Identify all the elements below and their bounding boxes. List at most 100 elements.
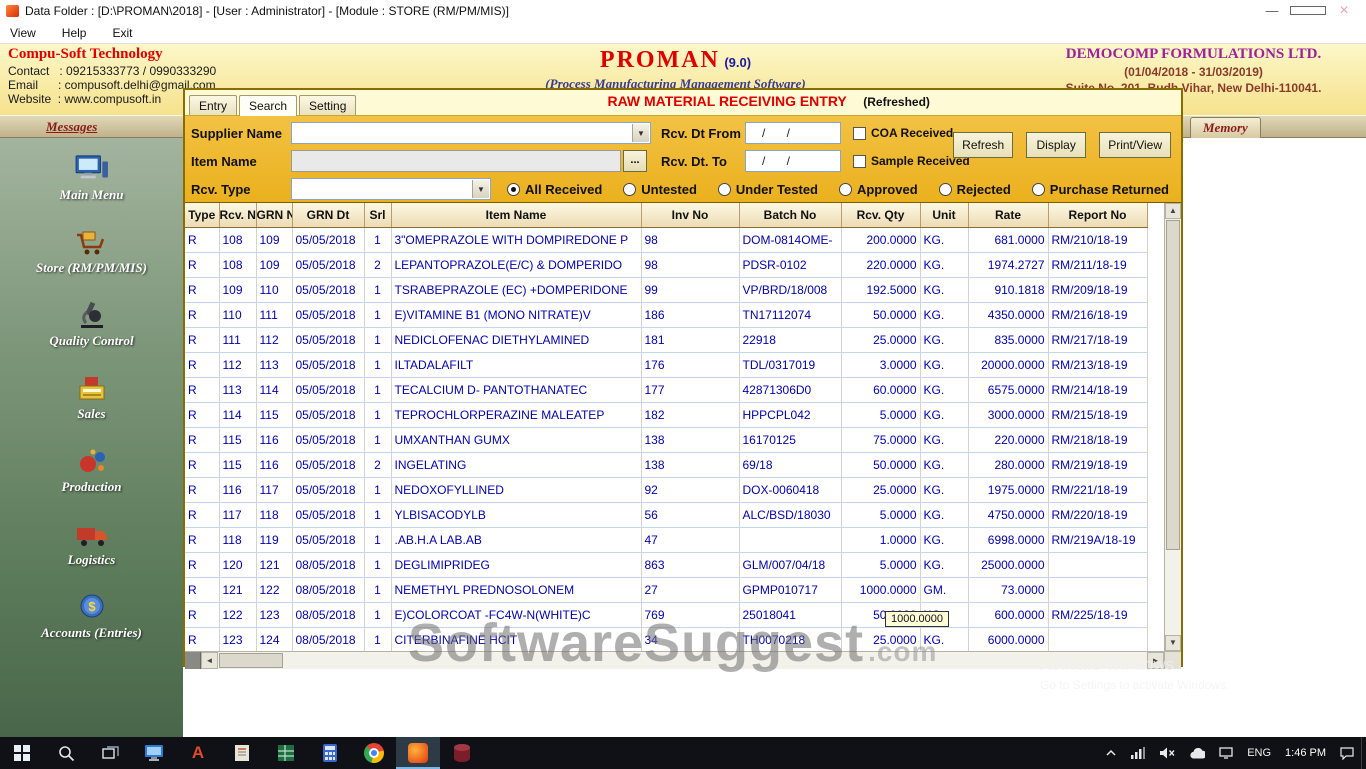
scroll-up-arrow[interactable]: ▲ <box>1165 203 1181 219</box>
column-header-rcv-n[interactable]: Rcv. N <box>219 203 256 227</box>
memory-tab[interactable]: Memory <box>1190 117 1261 138</box>
radio-approved[interactable]: Approved <box>839 182 918 197</box>
table-row[interactable]: R11811905/05/20181.AB.H.A LAB.AB471.0000… <box>185 527 1147 552</box>
horizontal-scrollbar[interactable]: ◄ ► <box>185 651 1181 669</box>
cell: 280.0000 <box>968 452 1048 477</box>
chevron-down-icon[interactable]: ▼ <box>472 180 489 198</box>
display-tray[interactable] <box>1212 737 1240 769</box>
display-button[interactable]: Display <box>1026 132 1086 158</box>
table-row[interactable]: R12012108/05/20181DEGLIMIPRIDEG863GLM/00… <box>185 552 1147 577</box>
chevron-down-icon[interactable]: ▼ <box>632 124 649 142</box>
task-view-button[interactable] <box>88 737 132 769</box>
show-desktop-button[interactable] <box>1361 737 1366 769</box>
supplier-name-select[interactable]: ▼ <box>291 122 651 144</box>
vertical-scrollbar[interactable]: ▲ ▼ <box>1164 203 1181 651</box>
language-indicator[interactable]: ENG <box>1240 737 1278 769</box>
hidden-icons-chevron[interactable] <box>1098 737 1124 769</box>
column-header-grn-n[interactable]: GRN N <box>256 203 292 227</box>
column-header-type[interactable]: Type <box>185 203 219 227</box>
close-button[interactable]: × <box>1326 0 1362 22</box>
refresh-button[interactable]: Refresh <box>953 132 1013 158</box>
taskbar-app-letter-a[interactable]: A <box>176 737 220 769</box>
start-button[interactable] <box>0 737 44 769</box>
coa-received-checkbox[interactable]: COA Received <box>853 126 953 140</box>
table-row[interactable]: R10911005/05/20181TSRABEPRAZOLE (EC) +DO… <box>185 277 1147 302</box>
column-header-batch-no[interactable]: Batch No <box>739 203 841 227</box>
taskbar-app-notes[interactable] <box>220 737 264 769</box>
sidebar-item-logistics[interactable]: Logistics <box>0 519 183 568</box>
menu-help[interactable]: Help <box>62 26 87 40</box>
sidebar-item-quality-control[interactable]: Quality Control <box>0 300 183 349</box>
taskbar-app-chrome[interactable] <box>352 737 396 769</box>
scroll-left-arrow[interactable]: ◄ <box>201 652 218 669</box>
minimize-button[interactable]: — <box>1254 0 1290 22</box>
vertical-scroll-thumb[interactable] <box>1166 220 1180 550</box>
print-view-button[interactable]: Print/View <box>1099 132 1171 158</box>
clock[interactable]: 1:46 PM <box>1278 737 1333 769</box>
table-row[interactable]: R11411505/05/20181TEPROCHLORPERAZINE MAL… <box>185 402 1147 427</box>
menu-view[interactable]: View <box>10 26 36 40</box>
cell: 1 <box>364 227 391 252</box>
radio-purchase-returned[interactable]: Purchase Returned <box>1032 182 1169 197</box>
table-row[interactable]: R10810905/05/201813"OMEPRAZOLE WITH DOMP… <box>185 227 1147 252</box>
date-from-input[interactable]: / / <box>745 122 841 144</box>
tab-setting[interactable]: Setting <box>299 95 356 115</box>
browse-items-button[interactable]: ... <box>623 150 647 172</box>
sidebar-item-main-menu[interactable]: Main Menu <box>0 154 183 203</box>
radio-all-received[interactable]: All Received <box>507 182 602 197</box>
radio-untested[interactable]: Untested <box>623 182 697 197</box>
column-header-grn-dt[interactable]: GRN Dt <box>292 203 364 227</box>
taskbar-app-database[interactable] <box>440 737 484 769</box>
table-row[interactable]: R10810905/05/20182LEPANTOPRAZOLE(E/C) & … <box>185 252 1147 277</box>
action-center-button[interactable] <box>1333 737 1361 769</box>
column-header-unit[interactable]: Unit <box>920 203 968 227</box>
column-header-item-name[interactable]: Item Name <box>391 203 641 227</box>
menu-exit[interactable]: Exit <box>112 26 132 40</box>
scroll-down-arrow[interactable]: ▼ <box>1165 635 1181 651</box>
sidebar-item-production[interactable]: Production <box>0 446 183 495</box>
scroll-right-arrow[interactable]: ► <box>1147 652 1164 669</box>
vertical-scroll-track[interactable] <box>1165 219 1181 635</box>
taskbar-search-button[interactable] <box>44 737 88 769</box>
taskbar-app-monitor[interactable] <box>132 737 176 769</box>
task-view-icon <box>102 745 119 762</box>
table-row[interactable]: R11211305/05/20181ILTADALAFILT176TDL/031… <box>185 352 1147 377</box>
date-to-input[interactable]: / / <box>745 150 841 172</box>
table-row[interactable]: R11611705/05/20181NEDOXOFYLLINED92DOX-00… <box>185 477 1147 502</box>
column-header-report-no[interactable]: Report No <box>1048 203 1147 227</box>
table-row[interactable]: R11711805/05/20181YLBISACODYLB56ALC/BSD/… <box>185 502 1147 527</box>
onedrive-status[interactable] <box>1182 737 1212 769</box>
table-row[interactable]: R11511605/05/20181UMXANTHAN GUMX13816170… <box>185 427 1147 452</box>
radio-rejected[interactable]: Rejected <box>939 182 1011 197</box>
maximize-button[interactable] <box>1290 0 1326 22</box>
table-row[interactable]: R12312408/05/20181CITERBINAFINE HCIT34TH… <box>185 627 1147 651</box>
table-row[interactable]: R11111205/05/20181NEDICLOFENAC DIETHYLAM… <box>185 327 1147 352</box>
network-status[interactable] <box>1124 737 1152 769</box>
column-header-rcv-qty[interactable]: Rcv. Qty <box>841 203 920 227</box>
sidebar-item-accounts[interactable]: $ Accounts (Entries) <box>0 592 183 641</box>
receiving-table: TypeRcv. NGRN NGRN DtSrlItem NameInv NoB… <box>185 203 1148 651</box>
column-header-rate[interactable]: Rate <box>968 203 1048 227</box>
horizontal-scroll-thumb[interactable] <box>219 653 283 668</box>
sidebar-item-store[interactable]: Store (RM/PM/MIS) <box>0 227 183 276</box>
radio-under-tested[interactable]: Under Tested <box>718 182 818 197</box>
volume-status[interactable] <box>1152 737 1182 769</box>
horizontal-scroll-track[interactable] <box>284 652 1147 669</box>
taskbar-app-grid[interactable] <box>264 737 308 769</box>
taskbar-app-calculator[interactable] <box>308 737 352 769</box>
column-header-srl[interactable]: Srl <box>364 203 391 227</box>
table-row[interactable]: R11011105/05/20181E)VITAMINE B1 (MONO NI… <box>185 302 1147 327</box>
sidebar-item-sales[interactable]: Sales <box>0 373 183 422</box>
column-header-inv-no[interactable]: Inv No <box>641 203 739 227</box>
table-row[interactable]: R11511605/05/20182INGELATING13869/1850.0… <box>185 452 1147 477</box>
rcv-type-select[interactable]: ▼ <box>291 178 491 200</box>
table-row[interactable]: R12112208/05/20181NEMETHYL PREDNOSOLONEM… <box>185 577 1147 602</box>
tab-search[interactable]: Search <box>239 95 297 116</box>
taskbar-app-proman-active[interactable] <box>396 737 440 769</box>
tab-entry[interactable]: Entry <box>189 95 237 115</box>
table-row[interactable]: R11311405/05/20181TECALCIUM D- PANTOTHAN… <box>185 377 1147 402</box>
item-name-input[interactable] <box>291 150 621 172</box>
messages-link[interactable]: Messages <box>46 119 97 135</box>
table-row[interactable]: R12212308/05/20181E)COLORCOAT -FC4W-N(WH… <box>185 602 1147 627</box>
cell: E)COLORCOAT -FC4W-N(WHITE)C <box>391 602 641 627</box>
